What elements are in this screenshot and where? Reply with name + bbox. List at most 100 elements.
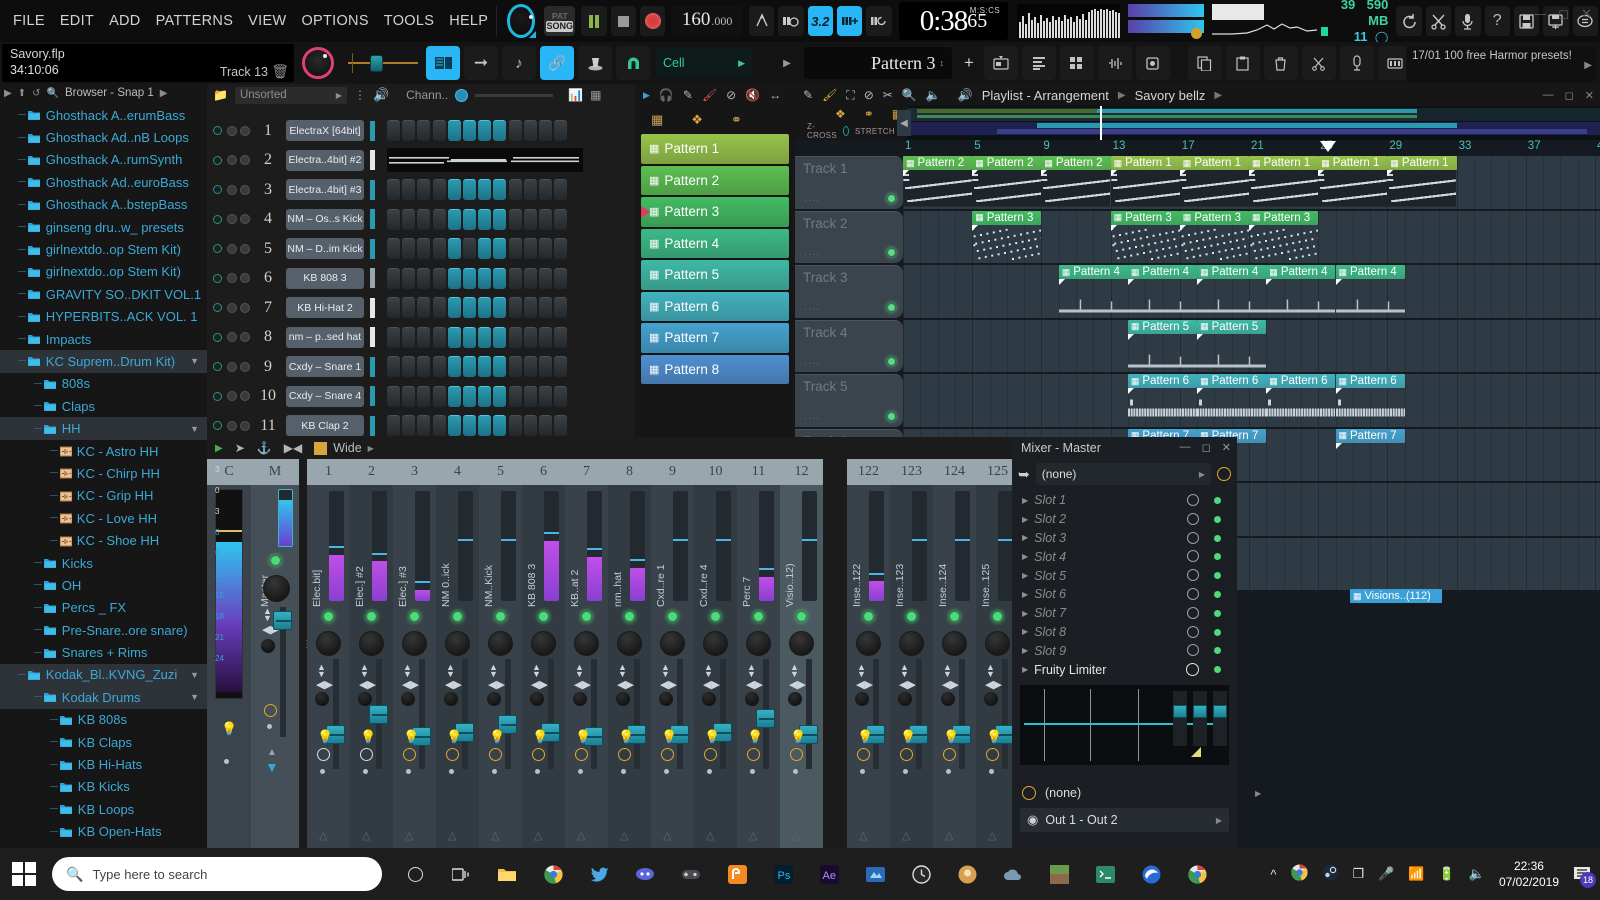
mixer-strip[interactable]: 10 Cxd..re 4 ▲ ▼ ◀▶ 💡 △ — [694, 459, 737, 848]
wave-editor-button[interactable] — [1097, 46, 1132, 80]
step-button[interactable] — [417, 326, 431, 348]
clip-label-bar[interactable]: ▦ Pattern 2 — [972, 156, 1042, 170]
channel-pan-knob[interactable] — [227, 184, 237, 195]
effect-slot[interactable]: ▶ Slot 5 — [1012, 566, 1237, 585]
step-button[interactable] — [538, 179, 552, 201]
link-button[interactable]: 🔗 — [540, 46, 574, 80]
browser-item[interactable]: ─ OH — [0, 574, 207, 596]
mixer-stereo-sep[interactable]: ▲ ▼ — [747, 663, 756, 679]
mixer-route-icon[interactable]: △ — [706, 829, 714, 842]
pattern-item[interactable]: ▦ Pattern 7 — [641, 323, 789, 353]
eq-fader-3[interactable] — [1213, 691, 1227, 746]
chevron-right-icon[interactable]: ▶ — [1022, 496, 1028, 505]
channel-led[interactable] — [213, 303, 222, 313]
mixer-dot[interactable] — [707, 769, 712, 774]
channel-row[interactable]: 4 NM – Os..s Kick — [207, 205, 635, 235]
effect-slot[interactable]: ▶ Slot 4 — [1012, 547, 1237, 566]
playlist-clip[interactable]: ▦ Pattern 2 — [1041, 156, 1111, 207]
mixer-route-icon[interactable]: △ — [491, 829, 499, 842]
record-button[interactable] — [640, 6, 666, 36]
channel-pan-knob[interactable] — [227, 302, 237, 313]
browser-item[interactable]: ─ KB 808s — [0, 709, 207, 731]
master-up-arrow[interactable]: ▲ — [267, 747, 277, 758]
mixer-dot[interactable] — [621, 769, 626, 774]
mixer-route-icon[interactable]: △ — [319, 829, 327, 842]
pitch-slider[interactable] — [348, 47, 418, 79]
mixer-strip-number[interactable]: 7 — [565, 459, 608, 485]
undo-button[interactable] — [1396, 6, 1422, 36]
browser-item[interactable]: ─ KB Hi-Hats — [0, 753, 207, 775]
step-button[interactable] — [523, 385, 537, 407]
pl-speaker-icon[interactable]: 🔊 — [958, 88, 973, 102]
cloud-icon[interactable] — [998, 859, 1028, 889]
channel-steps[interactable] — [387, 120, 568, 142]
task-view-icon[interactable] — [446, 859, 476, 889]
step-button[interactable] — [538, 208, 552, 230]
eq-band-faders[interactable] — [1173, 691, 1227, 746]
step-button[interactable] — [387, 356, 400, 378]
clip-label-bar[interactable]: ▦ Pattern 2 — [903, 156, 973, 170]
channel-pan-knob[interactable] — [227, 361, 237, 372]
channel-row[interactable]: 7 KB Hi-Hat 2 — [207, 293, 635, 323]
mixer-route-icon[interactable]: △ — [663, 829, 671, 842]
step-button[interactable] — [478, 179, 492, 201]
channel-list[interactable]: 1 ElectraX [64bit] 2 Electra..4bit] #2 3 Elec… — [207, 106, 635, 441]
effect-slot[interactable]: ▶ Slot 7 — [1012, 604, 1237, 623]
mixer-bulb-icon[interactable]: 💡 — [489, 729, 505, 745]
master-volume-knob[interactable] — [507, 4, 537, 38]
step-button[interactable] — [478, 208, 492, 230]
effect-enable-led[interactable] — [1214, 666, 1221, 674]
metronome-button[interactable] — [748, 6, 775, 36]
playlist-track-row[interactable]: Track 3.... ▦ Pattern 4 ▦ Pattern 4 ▦ Pattern … — [795, 265, 1600, 320]
step-button[interactable] — [417, 238, 431, 260]
effect-enable-led[interactable] — [1214, 534, 1221, 542]
channel-row[interactable]: 3 Electra..4bit] #3 — [207, 175, 635, 205]
swing-knob[interactable] — [455, 88, 469, 102]
mixer-strip[interactable]: 122 Inse..122 ▲ ▼ ◀▶ 💡 △ — [847, 459, 890, 848]
mixer-strip-number[interactable]: 9 — [651, 459, 694, 485]
mixer-route-icon[interactable]: △ — [792, 829, 800, 842]
clip-label-bar[interactable]: ▦ Pattern 6 — [1266, 374, 1336, 388]
pl-zoom-icon[interactable]: 🔍 — [902, 88, 917, 102]
step-button[interactable] — [493, 326, 507, 348]
step-button[interactable] — [402, 208, 416, 230]
mixer-clock-icon[interactable] — [857, 748, 870, 761]
mixer-pan-lr[interactable]: ◀▶ — [789, 678, 806, 691]
pattern-item[interactable]: ▦ Pattern 1 — [641, 134, 789, 164]
close-button[interactable]: ✕ — [1581, 6, 1592, 22]
step-button[interactable] — [417, 267, 431, 289]
news-ticker[interactable]: 17/01 100 free Harmor presets! ▶ — [1406, 46, 1596, 82]
channel-pan-knob[interactable] — [227, 391, 237, 402]
playlist-clip[interactable]: ▦ Pattern 1 — [1318, 156, 1388, 207]
mixer-master-panel[interactable]: Mixer - Master — ◻ ✕ ➥ (none) ▶ ▶ Slot 1 ▶… — [1012, 437, 1261, 848]
step-button[interactable] — [523, 267, 537, 289]
channel-rack-button[interactable] — [426, 46, 460, 80]
browser-tree[interactable]: ─ Ghosthack A..erumBass ─ Ghosthack Ad..nB … — [0, 102, 207, 843]
mixer-insert-group-2[interactable]: 122 Inse..122 ▲ ▼ ◀▶ 💡 △ 123 Inse..123 ▲ ▼ ◀▶ 💡 △ 124 I… — [847, 459, 1019, 848]
clip-label-bar[interactable]: ▦ Pattern 4 — [1197, 265, 1267, 279]
channel-steps[interactable] — [387, 208, 568, 230]
mixer-dot[interactable] — [989, 769, 994, 774]
chevron-right-icon[interactable]: ▶ — [1022, 552, 1028, 561]
effect-slot[interactable]: ▶ Slot 1 — [1012, 491, 1237, 510]
step-button[interactable] — [508, 267, 522, 289]
mixer-clock-icon[interactable] — [360, 748, 373, 761]
mixer-dot[interactable] — [363, 769, 368, 774]
chevron-right-icon[interactable]: ▶ — [1022, 646, 1028, 655]
mixer-stereo-sep[interactable]: ▲ ▼ — [446, 663, 455, 679]
step-button[interactable] — [417, 120, 431, 142]
browser-item[interactable]: ─ Pre-Snare..ore snare) — [0, 619, 207, 641]
mixer-clock-icon[interactable] — [317, 748, 330, 761]
step-button[interactable] — [478, 326, 492, 348]
channel-name-button[interactable]: NM – D..im Kick — [286, 238, 364, 260]
browser-item[interactable]: ─ Ghosthack Ad..nB Loops — [0, 126, 207, 148]
mixer-route-icon[interactable]: △ — [362, 829, 370, 842]
menu-file[interactable]: FILE — [10, 10, 48, 32]
mixer-small-knob[interactable] — [702, 692, 716, 706]
mixer-dot[interactable] — [750, 769, 755, 774]
pattern-selector[interactable]: Pattern 3 ↕ — [804, 47, 952, 79]
browser-item[interactable]: ─ Ghosthack A..rumSynth — [0, 149, 207, 171]
channel-pan-knob[interactable] — [227, 332, 237, 343]
mixer-small-knob[interactable] — [855, 692, 869, 706]
mixer-pan-knob[interactable] — [316, 631, 341, 656]
